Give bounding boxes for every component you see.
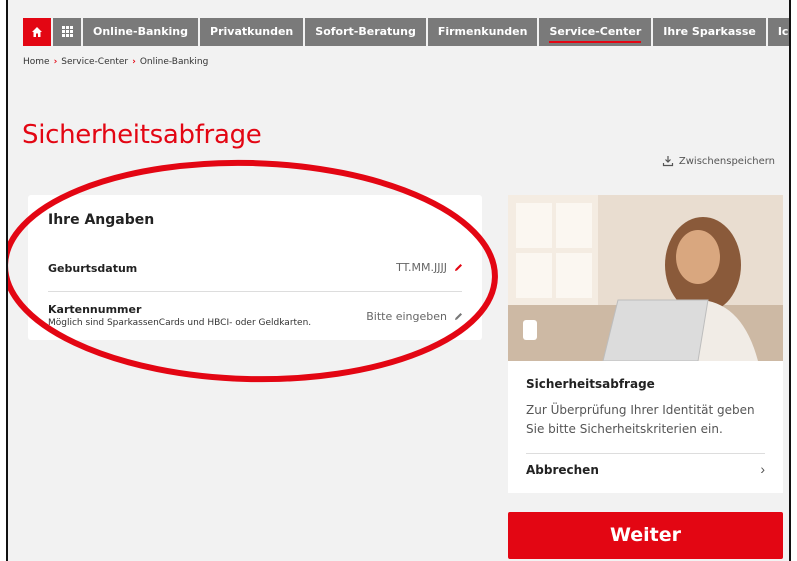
nav-home-button[interactable] <box>23 18 51 46</box>
browser-frame: Online-Banking Privatkunden Sofort-Berat… <box>6 0 791 561</box>
form-card: Ihre Angaben Geburtsdatum TT.MM.JJJJ Kar… <box>28 195 482 340</box>
info-title: Sicherheitsabfrage <box>526 377 655 391</box>
info-text: Zur Überprüfung Ihrer Identität geben Si… <box>526 403 755 436</box>
breadcrumb: Home › Service-Center › Online-Banking <box>23 57 208 67</box>
save-label: Zwischenspeichern <box>678 155 775 167</box>
nav-privatkunden[interactable]: Privatkunden <box>200 18 304 46</box>
nav-ich-moechte[interactable]: Ich möchte ... <box>767 18 789 46</box>
chevron-right-icon: › <box>53 57 58 67</box>
pencil-icon <box>455 313 462 320</box>
birthdate-label: Geburtsdatum <box>48 262 138 275</box>
nav-firmenkunden[interactable]: Firmenkunden <box>427 18 538 46</box>
row-divider <box>48 291 462 292</box>
info-card: Sicherheitsabfrage Zur Überprüfung Ihrer… <box>508 195 783 493</box>
chevron-right-icon[interactable]: › <box>760 461 765 477</box>
cardnumber-label: Kartennummer <box>48 303 142 316</box>
cardnumber-field[interactable]: Bitte eingeben <box>366 310 464 323</box>
cardnumber-placeholder: Bitte eingeben <box>366 310 447 323</box>
grid-icon <box>61 26 73 37</box>
chevron-right-icon: › <box>132 57 136 67</box>
save-button[interactable]: Zwischenspeichern <box>662 155 775 167</box>
nav-ihre-sparkasse[interactable]: Ihre Sparkasse <box>653 18 766 46</box>
cancel-link[interactable]: Abbrechen <box>526 463 599 477</box>
nav-service-center[interactable]: Service-Center <box>539 18 652 46</box>
birthdate-field[interactable]: TT.MM.JJJJ <box>396 261 464 274</box>
woman-laptop-photo <box>508 195 783 361</box>
nav-online-banking[interactable]: Online-Banking <box>83 18 199 46</box>
main-nav: Online-Banking Privatkunden Sofort-Berat… <box>23 18 789 46</box>
nav-menu-button[interactable] <box>53 18 81 46</box>
pencil-icon <box>455 264 462 271</box>
form-heading: Ihre Angaben <box>48 212 155 228</box>
save-icon <box>662 156 674 167</box>
nav-sofort-beratung[interactable]: Sofort-Beratung <box>305 18 426 46</box>
breadcrumb-service-center[interactable]: Service-Center <box>61 57 128 67</box>
home-icon <box>32 27 42 37</box>
next-button[interactable]: Weiter <box>508 512 783 559</box>
breadcrumb-home[interactable]: Home <box>23 57 50 67</box>
birthdate-placeholder: TT.MM.JJJJ <box>396 261 447 274</box>
breadcrumb-online-banking: Online-Banking <box>139 57 209 67</box>
cardnumber-hint: Möglich sind SparkassenCards und HBCI- o… <box>48 318 312 328</box>
info-divider <box>526 453 765 454</box>
page-title: Sicherheitsabfrage <box>22 120 262 150</box>
